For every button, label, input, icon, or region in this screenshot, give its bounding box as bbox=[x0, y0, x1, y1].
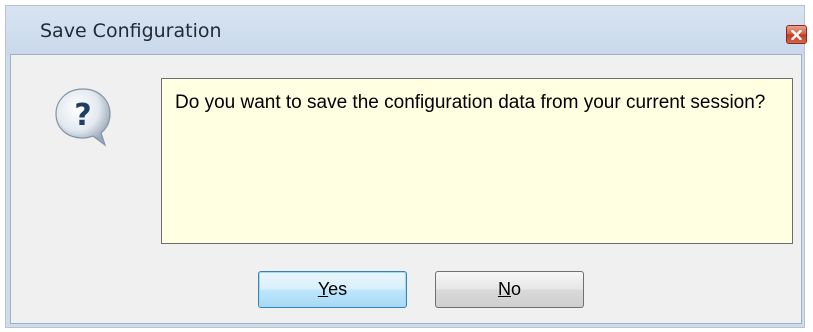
yes-mnemonic: Y bbox=[317, 279, 329, 299]
dialog-title: Save Configuration bbox=[40, 20, 222, 42]
question-mark-icon: ? bbox=[55, 88, 111, 147]
close-icon bbox=[791, 29, 802, 40]
dialog-content: ? Do you want to save the configuration … bbox=[10, 54, 802, 324]
svg-text:?: ? bbox=[74, 98, 91, 133]
message-box: Do you want to save the configuration da… bbox=[161, 78, 793, 244]
message-text: Do you want to save the configuration da… bbox=[175, 92, 766, 113]
no-button[interactable]: No bbox=[435, 271, 584, 308]
no-button-label: No bbox=[498, 279, 521, 300]
save-configuration-dialog: Save Configuration ? Do you want to save… bbox=[5, 5, 807, 328]
close-button[interactable] bbox=[786, 25, 807, 44]
yes-button[interactable]: Yes bbox=[258, 271, 407, 308]
no-label-rest: o bbox=[510, 279, 521, 299]
yes-label-rest: es bbox=[328, 279, 348, 299]
yes-button-label: Yes bbox=[318, 279, 347, 300]
no-mnemonic: N bbox=[497, 279, 511, 299]
